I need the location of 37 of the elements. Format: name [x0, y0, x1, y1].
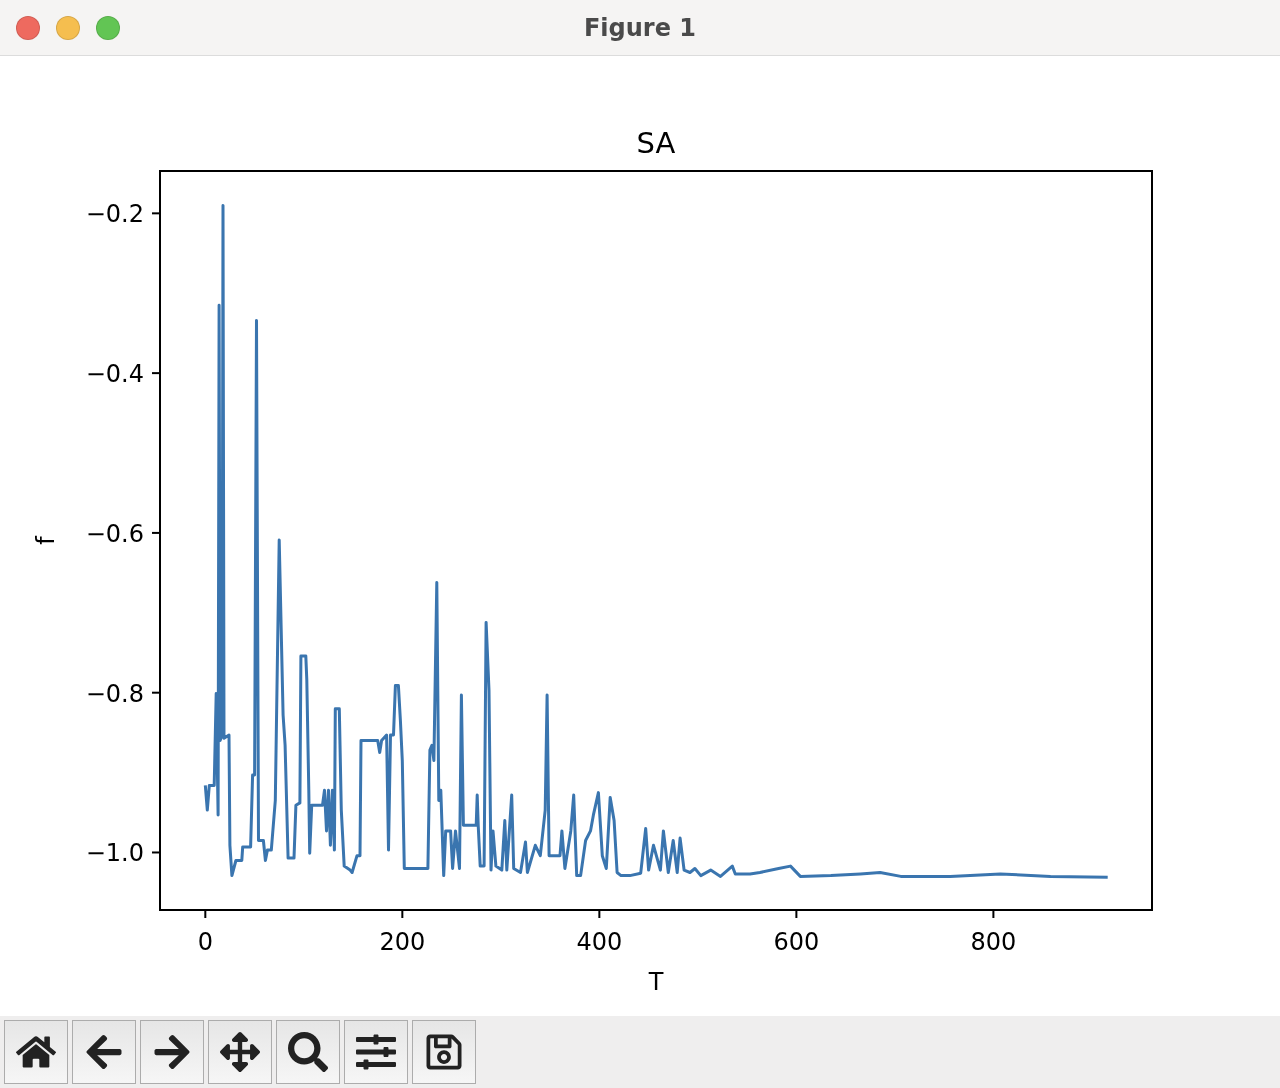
tick-mark [151, 372, 161, 375]
back-arrow-button[interactable] [72, 1020, 136, 1084]
tick-label: −1.0 [85, 839, 144, 868]
axis-label: f [32, 536, 60, 545]
forward-arrow-button[interactable] [140, 1020, 204, 1084]
move-arrows-icon [220, 1032, 260, 1072]
move-arrows-button[interactable] [208, 1020, 272, 1084]
sliders-button[interactable] [344, 1020, 408, 1084]
tick-label: 800 [970, 928, 1017, 956]
chart-title: SA [636, 126, 676, 160]
tick-label: 600 [773, 928, 820, 956]
tick-label: −0.2 [85, 200, 144, 229]
tick-mark [204, 909, 207, 919]
sliders-icon [356, 1032, 396, 1072]
search-button[interactable] [276, 1020, 340, 1084]
tick-label: −0.6 [85, 519, 144, 548]
axis-label: T [648, 968, 664, 996]
tick-mark [151, 851, 161, 854]
back-arrow-icon [84, 1032, 124, 1072]
tick-label: −0.4 [85, 360, 144, 389]
tick-mark [401, 909, 404, 919]
tick-mark [992, 909, 995, 919]
tick-label: 400 [576, 928, 623, 956]
tick-mark [795, 909, 798, 919]
floppy-disk-button[interactable] [412, 1020, 476, 1084]
forward-arrow-icon [152, 1032, 192, 1072]
tick-label: 0 [197, 928, 213, 956]
close-button[interactable] [16, 16, 40, 40]
tick-label: 200 [379, 928, 426, 956]
tick-mark [151, 691, 161, 694]
tick-mark [151, 531, 161, 534]
search-icon [288, 1032, 328, 1072]
home-button[interactable] [4, 1020, 68, 1084]
tick-label: −0.8 [85, 679, 144, 708]
tick-mark [598, 909, 601, 919]
tick-mark [151, 212, 161, 215]
window-title: Figure 1 [583, 13, 697, 42]
